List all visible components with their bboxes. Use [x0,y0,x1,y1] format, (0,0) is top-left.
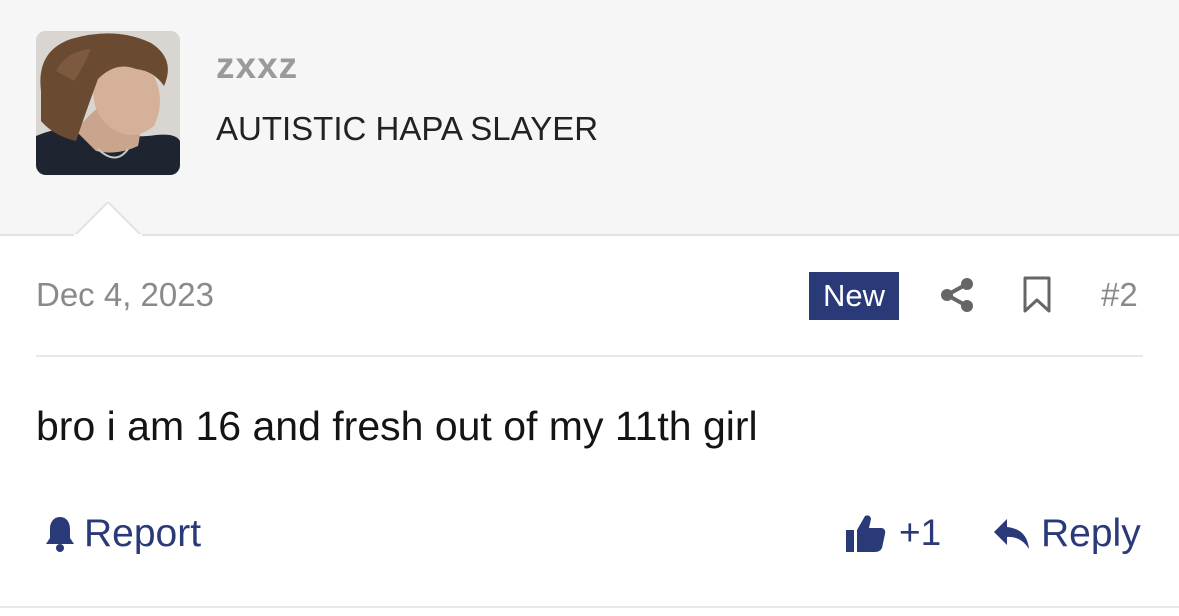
like-count: +1 [899,512,942,553]
bookmark-icon[interactable] [1022,276,1052,314]
avatar[interactable] [36,31,180,175]
bottom-divider [0,606,1179,608]
username[interactable]: zxxz [216,45,298,87]
reply-arrow-icon [994,519,1029,549]
share-icon[interactable] [939,276,975,314]
post-content: bro i am 16 and fresh out of my 11th gir… [36,403,758,449]
report-label: Report [84,512,202,555]
divider [36,355,1143,357]
user-title: AUTISTIC HAPA SLAYER [216,110,599,147]
report-button[interactable]: Report [44,512,201,556]
thumbs-up-icon [846,515,886,552]
reply-label: Reply [1041,512,1141,555]
avatar-image [36,31,180,175]
bell-icon [46,517,74,552]
new-badge: New [809,272,899,320]
like-button[interactable]: +1 [845,512,941,554]
post-date[interactable]: Dec 4, 2023 [36,276,214,314]
message-pointer [74,202,142,236]
user-header: zxxz AUTISTIC HAPA SLAYER [0,0,1179,236]
reply-button[interactable]: Reply [993,512,1141,556]
post-number[interactable]: #2 [1101,276,1138,314]
